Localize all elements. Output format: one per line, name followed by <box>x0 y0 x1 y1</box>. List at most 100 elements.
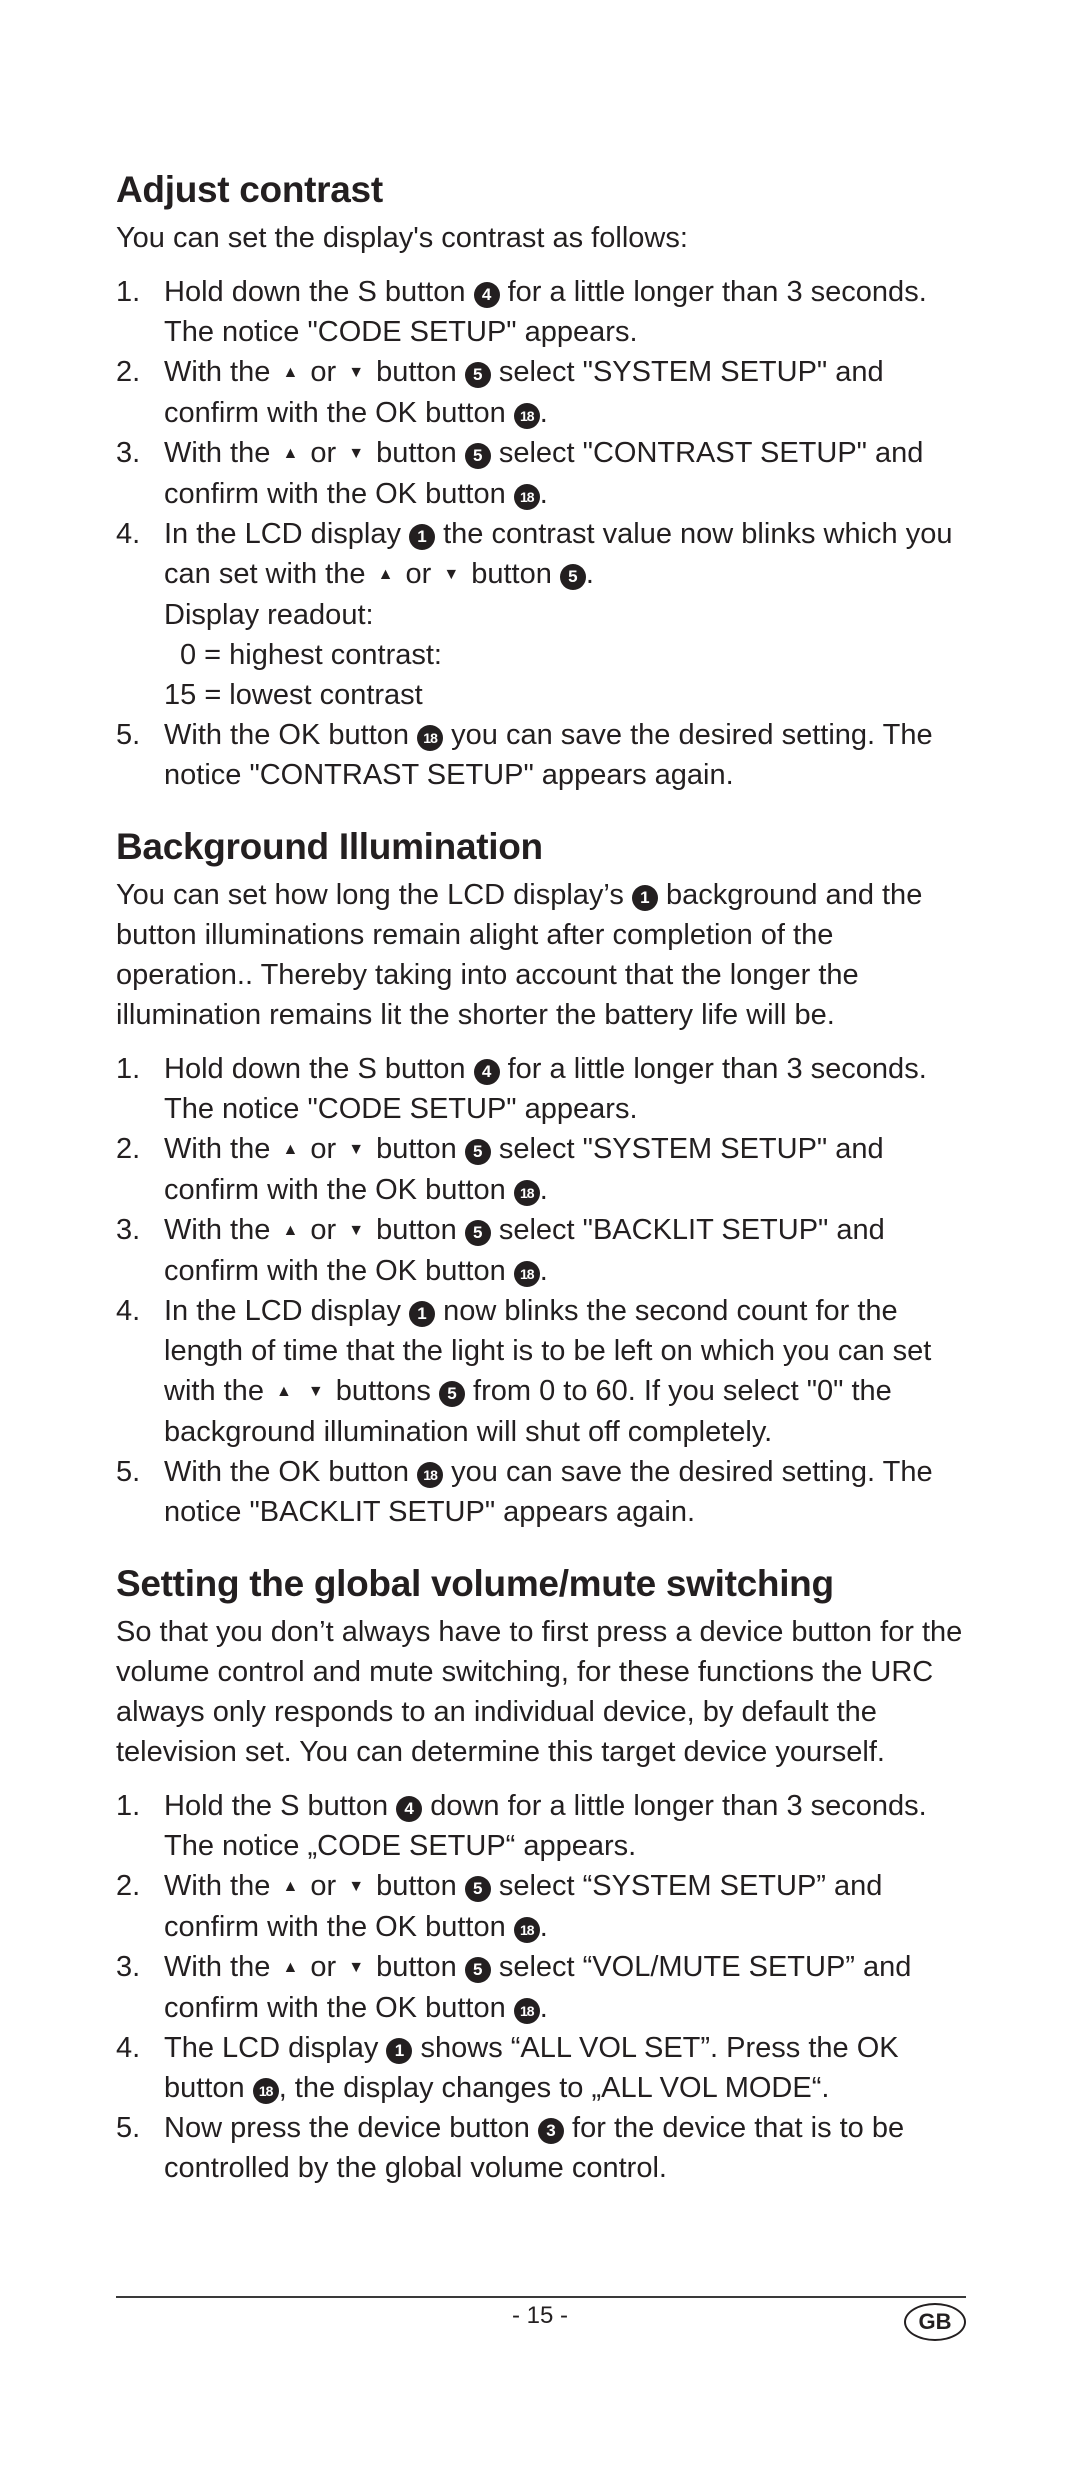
step-number: 3. <box>116 1214 141 1246</box>
callout-number-4-icon: 4 <box>396 1796 423 1822</box>
arrow-up-icon: ▲ <box>276 1383 292 1400</box>
step-item: 3. With the ▲ or ▼ button 5 select "BACKL… <box>116 1210 966 1291</box>
section-intro: So that you don’t always have to first p… <box>116 1616 963 1768</box>
arrow-up-icon: ▲ <box>282 364 299 381</box>
section-intro: You can set the display's contrast as fo… <box>116 222 688 254</box>
callout-number-5-icon: 5 <box>559 564 586 590</box>
step-number: 4. <box>116 2032 141 2064</box>
callout-number-18-icon: 18 <box>513 484 540 510</box>
step-text: With the ▲ or ▼ button 5 select "BACKLIT… <box>164 1214 885 1287</box>
display-readout-line: Display readout: <box>164 599 374 631</box>
callout-number-5-icon: 5 <box>464 1139 491 1165</box>
step-text: Hold down the S button 4 for a little lo… <box>164 276 927 348</box>
step-item: 4. In the LCD display 1 the contrast valu… <box>116 514 966 715</box>
section-background-illumination: Background Illumination You can set how … <box>116 825 966 1532</box>
arrow-down-icon: ▼ <box>348 1222 365 1239</box>
callout-number-18-icon: 18 <box>513 1180 540 1206</box>
steps-list: 1. Hold down the S button 4 for a little … <box>116 272 966 795</box>
step-item: 4. The LCD display 1 shows “ALL VOL SET”.… <box>116 2028 966 2108</box>
step-text: With the OK button 18 you can save the d… <box>164 1456 933 1528</box>
step-item: 3. With the ▲ or ▼ button 5 select "CONTR… <box>116 433 966 514</box>
callout-number-1-icon: 1 <box>631 885 658 911</box>
arrow-up-icon: ▲ <box>282 1878 299 1895</box>
step-text: With the ▲ or ▼ button 5 select “SYSTEM … <box>164 1870 882 1943</box>
step-number: 3. <box>116 437 141 469</box>
callout-number-3-icon: 3 <box>537 2118 564 2144</box>
document-page: Adjust contrast You can set the display'… <box>116 168 966 2208</box>
section-heading: Adjust contrast <box>116 169 383 210</box>
step-item: 2. With the ▲ or ▼ button 5 select “SYSTE… <box>116 1866 966 1947</box>
step-item: 1. Hold the S button 4 down for a little … <box>116 1786 966 1866</box>
callout-number-5-icon: 5 <box>464 443 491 469</box>
step-item: 1. Hold down the S button 4 for a little … <box>116 272 966 352</box>
footer-divider <box>116 2296 966 2298</box>
arrow-down-icon: ▼ <box>443 566 460 583</box>
step-text: With the ▲ or ▼ button 5 select "CONTRAS… <box>164 437 923 510</box>
callout-number-5-icon: 5 <box>464 362 491 388</box>
step-number: 5. <box>116 719 141 751</box>
step-item: 2. With the ▲ or ▼ button 5 select "SYSTE… <box>116 1129 966 1210</box>
section-heading: Background Illumination <box>116 826 543 867</box>
step-item: 2. With the ▲ or ▼ button 5 select "SYSTE… <box>116 352 966 433</box>
arrow-down-icon: ▼ <box>307 1383 324 1400</box>
arrow-up-icon: ▲ <box>282 1959 299 1976</box>
section-intro: You can set how long the LCD display’s 1… <box>116 879 923 1031</box>
section-adjust-contrast: Adjust contrast You can set the display'… <box>116 168 966 795</box>
callout-number-18-icon: 18 <box>417 725 444 751</box>
callout-number-1-icon: 1 <box>409 1301 436 1327</box>
step-item: 5. Now press the device button 3 for the … <box>116 2108 966 2188</box>
callout-number-18-icon: 18 <box>513 1917 540 1943</box>
step-number: 2. <box>116 1870 141 1902</box>
callout-number-5-icon: 5 <box>439 1381 465 1407</box>
arrow-down-icon: ▼ <box>348 445 365 462</box>
callout-number-18-icon: 18 <box>417 1462 444 1488</box>
step-item: 3. With the ▲ or ▼ button 5 select “VOL/M… <box>116 1947 966 2028</box>
steps-list: 1. Hold the S button 4 down for a little … <box>116 1786 966 2188</box>
step-number: 3. <box>116 1951 141 1983</box>
callout-number-1-icon: 1 <box>386 2038 413 2064</box>
callout-number-18-icon: 18 <box>513 1998 540 2024</box>
step-text: With the ▲ or ▼ button 5 select “VOL/MUT… <box>164 1951 911 2024</box>
section-global-volume-mute: Setting the global volume/mute switching… <box>116 1562 966 2188</box>
step-text: With the OK button 18 you can save the d… <box>164 719 933 791</box>
step-text: In the LCD display 1 now blinks the seco… <box>164 1295 932 1448</box>
step-number: 4. <box>116 1295 141 1327</box>
step-item: 5. With the OK button 18 you can save the… <box>116 715 966 795</box>
step-number: 1. <box>116 1790 141 1822</box>
callout-number-18-icon: 18 <box>252 2078 279 2104</box>
arrow-up-icon: ▲ <box>282 445 299 462</box>
arrow-up-icon: ▲ <box>282 1222 299 1239</box>
display-readout-line: 0 = highest contrast: <box>180 639 442 671</box>
callout-number-5-icon: 5 <box>464 1957 491 1983</box>
callout-number-4-icon: 4 <box>473 282 500 308</box>
callout-number-5-icon: 5 <box>464 1220 491 1246</box>
arrow-down-icon: ▼ <box>348 1141 365 1158</box>
step-number: 1. <box>116 276 141 308</box>
step-text: Hold the S button 4 down for a little lo… <box>164 1790 927 1862</box>
callout-number-4-icon: 4 <box>473 1059 500 1085</box>
step-number: 1. <box>116 1053 141 1085</box>
steps-list: 1. Hold down the S button 4 for a little … <box>116 1049 966 1532</box>
callout-number-18-icon: 18 <box>513 1261 540 1287</box>
step-text: Now press the device button 3 for the de… <box>164 2112 905 2184</box>
step-text: In the LCD display 1 the contrast value … <box>164 518 952 590</box>
step-number: 4. <box>116 518 141 550</box>
step-item: 5. With the OK button 18 you can save the… <box>116 1452 966 1532</box>
section-heading: Setting the global volume/mute switching <box>116 1563 834 1604</box>
step-item: 4. In the LCD display 1 now blinks the se… <box>116 1291 966 1452</box>
language-badge: GB <box>904 2303 966 2341</box>
step-text: The LCD display 1 shows “ALL VOL SET”. P… <box>164 2032 899 2104</box>
step-number: 2. <box>116 356 141 388</box>
step-number: 5. <box>116 2112 141 2144</box>
step-text: Hold down the S button 4 for a little lo… <box>164 1053 927 1125</box>
arrow-down-icon: ▼ <box>348 364 365 381</box>
callout-number-5-icon: 5 <box>464 1876 491 1902</box>
step-item: 1. Hold down the S button 4 for a little … <box>116 1049 966 1129</box>
callout-number-1-icon: 1 <box>409 524 436 550</box>
callout-number-18-icon: 18 <box>513 403 540 429</box>
step-number: 5. <box>116 1456 141 1488</box>
arrow-up-icon: ▲ <box>282 1141 299 1158</box>
step-text: With the ▲ or ▼ button 5 select "SYSTEM … <box>164 356 884 429</box>
step-number: 2. <box>116 1133 141 1165</box>
arrow-down-icon: ▼ <box>348 1878 365 1895</box>
